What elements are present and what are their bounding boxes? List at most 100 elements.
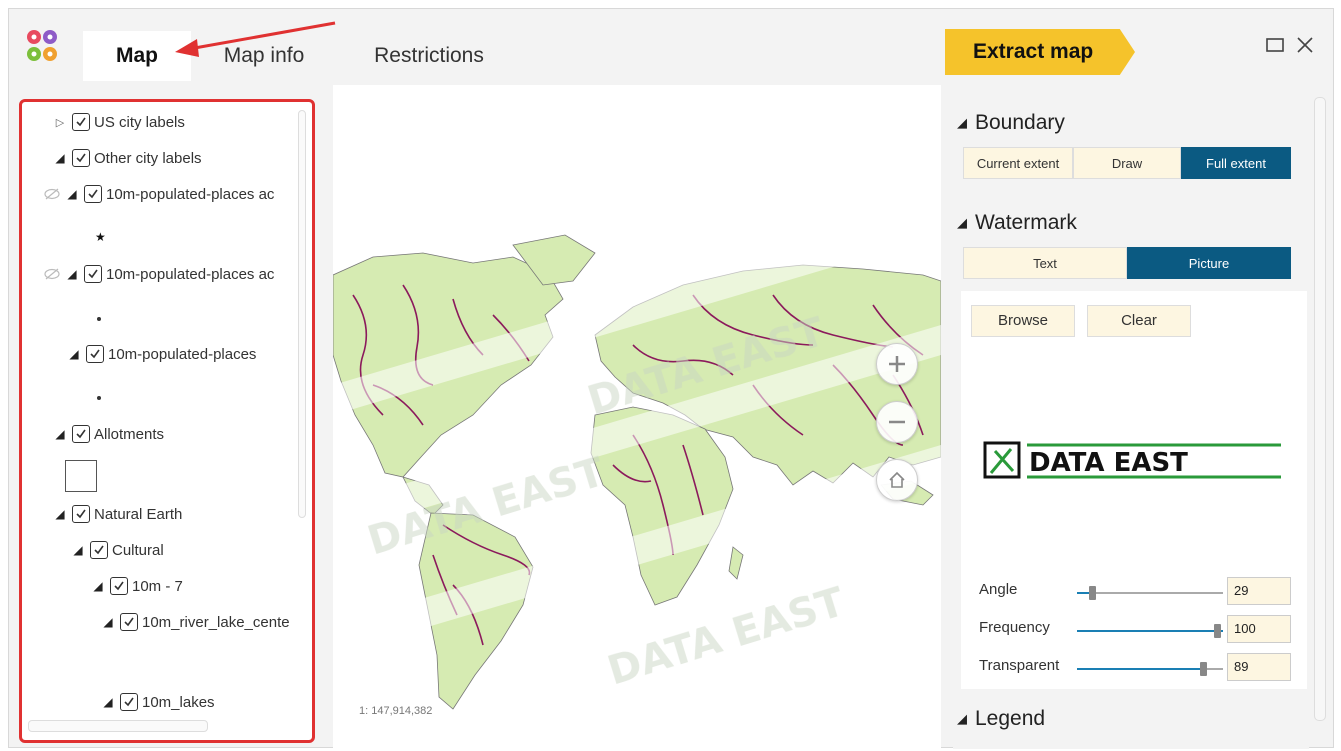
collapse-arrow-icon[interactable]: ◢ (66, 347, 82, 361)
collapse-arrow-icon[interactable]: ◢ (100, 695, 116, 709)
boundary-draw-button[interactable]: Draw (1073, 147, 1181, 179)
expand-arrow-icon[interactable]: ▷ (52, 116, 68, 129)
vertical-scrollbar[interactable] (298, 110, 306, 518)
legend-title: Legend (975, 707, 1046, 730)
layer-checkbox[interactable] (90, 541, 108, 559)
extract-map-button[interactable]: Extract map (945, 29, 1135, 75)
collapse-arrow-icon[interactable]: ◢ (64, 187, 80, 201)
minus-icon (889, 420, 905, 424)
layer-item[interactable]: ◢ 10m_river_lake_cente (100, 610, 290, 634)
collapse-arrow-icon[interactable]: ◢ (70, 543, 86, 557)
watermark-logo-preview: DATA EAST (983, 441, 1281, 479)
layer-label: 10m_lakes (142, 693, 215, 711)
checkmark-icon (76, 429, 86, 439)
layer-item[interactable]: ◢ 10m - 7 (90, 574, 183, 598)
tab-restrictions[interactable]: Restrictions (349, 31, 509, 81)
eye-off-icon[interactable] (44, 268, 60, 280)
horizontal-scrollbar[interactable] (28, 720, 208, 732)
layer-item[interactable]: ◢ Allotments (52, 422, 164, 446)
browse-button[interactable]: Browse (971, 305, 1075, 337)
collapse-arrow-icon[interactable]: ◢ (64, 267, 80, 281)
transparent-slider[interactable] (1077, 659, 1223, 679)
polygon-symbol-icon (65, 460, 97, 492)
frequency-slider[interactable] (1077, 621, 1223, 641)
layer-checkbox[interactable] (72, 505, 90, 523)
layer-item[interactable]: ◢ 10m-populated-places ac (44, 262, 274, 286)
watermark-text: DATA EAST (602, 579, 850, 695)
layer-item[interactable]: ◢ Natural Earth (52, 502, 182, 526)
angle-slider[interactable] (1077, 583, 1223, 603)
watermark-picture-box: Browse Clear DATA EAST Angle 29 Frequenc… (961, 291, 1307, 689)
checkmark-icon (114, 581, 124, 591)
checkmark-icon (76, 153, 86, 163)
close-icon[interactable] (1293, 33, 1317, 57)
collapse-arrow-icon[interactable]: ◢ (52, 507, 68, 521)
eye-off-icon[interactable] (44, 188, 60, 200)
checkmark-icon (94, 545, 104, 555)
checkmark-icon (76, 509, 86, 519)
boundary-section-header[interactable]: ◢ Boundary (957, 111, 1065, 135)
watermark-text-button[interactable]: Text (963, 247, 1127, 279)
zoom-in-button[interactable] (876, 343, 918, 385)
layer-label: 10m_river_lake_cente (142, 613, 290, 631)
layer-item[interactable]: ◢ 10m-populated-places (66, 342, 256, 366)
layer-checkbox[interactable] (72, 149, 90, 167)
checkmark-icon (88, 269, 98, 279)
layer-label: Cultural (112, 541, 164, 559)
clear-button[interactable]: Clear (1087, 305, 1191, 337)
layer-label: Other city labels (94, 149, 202, 167)
frequency-value-input[interactable]: 100 (1227, 615, 1291, 643)
layer-label: Allotments (94, 425, 165, 443)
collapse-arrow-icon[interactable]: ◢ (957, 115, 967, 131)
dot-symbol-icon (97, 396, 101, 400)
collapse-arrow-icon[interactable]: ◢ (90, 579, 106, 593)
app-window: Map Map info Restrictions Extract map ▷ … (8, 8, 1334, 749)
collapse-arrow-icon[interactable]: ◢ (957, 711, 967, 727)
watermark-section-header[interactable]: ◢ Watermark (957, 211, 1077, 235)
collapse-arrow-icon[interactable]: ◢ (52, 427, 68, 441)
layer-item[interactable]: ◢ 10m-populated-places ac (44, 182, 274, 206)
watermark-picture-button[interactable]: Picture (1127, 247, 1291, 279)
transparent-value-input[interactable]: 89 (1227, 653, 1291, 681)
zoom-out-button[interactable] (876, 401, 918, 443)
layer-checkbox[interactable] (84, 185, 102, 203)
layer-checkbox[interactable] (86, 345, 104, 363)
right-panel-scrollbar[interactable] (1314, 97, 1326, 721)
boundary-current-extent-button[interactable]: Current extent (963, 147, 1073, 179)
layer-label: Natural Earth (94, 505, 183, 523)
map-view[interactable]: DATA EAST DATA EAST DATA EAST 1: 147,914… (333, 85, 941, 749)
watermark-title: Watermark (975, 211, 1077, 234)
layer-checkbox[interactable] (120, 693, 138, 711)
checkmark-icon (124, 697, 134, 707)
legend-section-header[interactable]: ◢ Legend (957, 707, 1045, 731)
dot-symbol-icon (97, 317, 101, 321)
app-logo-icon (27, 30, 57, 61)
angle-value-input[interactable]: 29 (1227, 577, 1291, 605)
boundary-title: Boundary (975, 111, 1065, 134)
layer-item[interactable]: ◢ 10m_lakes (100, 690, 215, 714)
layer-label: US city labels (94, 113, 185, 131)
layer-item[interactable]: ▷ US city labels (52, 110, 185, 134)
maximize-icon[interactable] (1263, 33, 1287, 57)
home-button[interactable] (876, 459, 918, 501)
watermark-segmented-control: Text Picture (963, 247, 1291, 279)
checkmark-icon (88, 189, 98, 199)
map-scale: 1: 147,914,382 (359, 705, 433, 717)
collapse-arrow-icon[interactable]: ◢ (52, 151, 68, 165)
collapse-arrow-icon[interactable]: ◢ (100, 615, 116, 629)
boundary-full-extent-button[interactable]: Full extent (1181, 147, 1291, 179)
home-icon (889, 471, 905, 488)
plus-icon (889, 356, 905, 372)
layer-checkbox[interactable] (72, 113, 90, 131)
layer-checkbox[interactable] (84, 265, 102, 283)
layer-checkbox[interactable] (120, 613, 138, 631)
layer-item[interactable]: ◢ Cultural (70, 538, 164, 562)
angle-label: Angle (979, 581, 1018, 598)
layer-item[interactable]: ◢ Other city labels (52, 146, 202, 170)
layer-label: 10m-populated-places ac (106, 185, 275, 203)
layer-checkbox[interactable] (110, 577, 128, 595)
layer-checkbox[interactable] (72, 425, 90, 443)
extract-options-panel: ◢ Boundary Current extent Draw Full exte… (953, 85, 1326, 749)
collapse-arrow-icon[interactable]: ◢ (957, 215, 967, 231)
world-map[interactable]: DATA EAST DATA EAST DATA EAST (333, 85, 941, 749)
